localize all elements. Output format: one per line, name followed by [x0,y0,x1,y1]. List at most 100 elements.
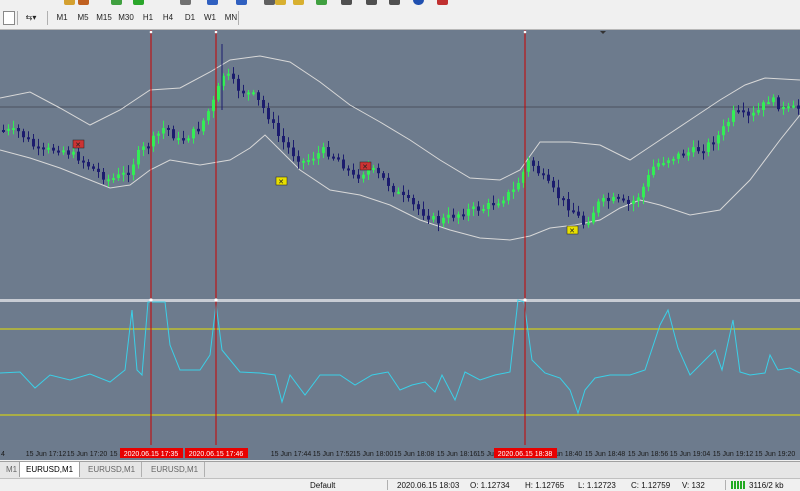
price-chart[interactable]: ✕ ✕ ✕ ✕ 4 15 Jun 17:1215 Jun 17:20 15 Jun 17:… [0,30,800,460]
candle-body [357,174,360,179]
vline-anchor-point [523,30,527,34]
marker-time-label: 2020.06.15 17:35 [124,451,179,458]
timeframe-m15-button[interactable]: M15 [95,11,113,25]
timeframe-w1-button[interactable]: W1 [201,11,219,25]
timeframe-m5-button[interactable]: M5 [74,11,92,25]
line-studies-dropdown[interactable]: ⇆▾ [22,11,40,25]
save-icon[interactable] [78,0,89,5]
candle-body [372,167,375,170]
candle-body [132,164,135,175]
line-tool-icon[interactable] [341,0,352,5]
candle-body [127,172,130,175]
candle-body [792,105,795,108]
time-axis-label: 4 [1,451,5,458]
sell-signal-icon: ✕ [72,139,85,149]
candle-body [747,111,750,116]
candle-body [637,197,640,201]
candle-body [27,137,30,140]
candle-body [487,202,490,210]
refresh-icon[interactable] [316,0,327,5]
chart-window[interactable]: ✕ ✕ ✕ ✕ 4 15 Jun 17:1215 Jun 17:20 15 Jun 17:… [0,30,800,460]
timeframes-toolbar: ⇆▾ M1 M5 M15 M30 H1 H4 D1 W1 MN [0,7,800,30]
candle-body [157,133,160,136]
connection-bars-icon [731,481,745,489]
candle-body [217,85,220,100]
candle-body [342,159,345,169]
buy-signal-icon: ✕ [275,176,288,186]
tile-icon[interactable] [264,0,275,5]
zoom-out-icon[interactable] [236,0,247,5]
time-axis-label: 15 Jun 17:20 [67,451,108,458]
chart-tab[interactable]: EURUSD,M1 [19,462,81,477]
crosshair-icon[interactable] [180,0,191,5]
candle-body [267,107,270,120]
candle-body [392,185,395,193]
zoom-in-icon[interactable] [207,0,218,5]
candle-body [92,166,95,169]
open-folder-icon[interactable] [64,0,75,5]
candle-body [147,146,150,149]
candle-body [32,138,35,147]
candle-body [327,147,330,157]
candle-body [672,158,675,161]
candle-body [352,169,355,175]
status-datetime: 2020.06.15 18:03 [397,481,460,490]
candle-body [112,178,115,181]
time-axis-label: 15 Jun 17:52 [313,451,354,458]
new-order-icon[interactable] [111,0,122,5]
settings-icon[interactable] [413,0,424,5]
candle-body [492,202,495,206]
candle-body [247,92,250,95]
candle-body [682,153,685,156]
marker-time-label: 2020.06.15 18:38 [498,451,553,458]
hline-tool-icon[interactable] [366,0,377,5]
candle-body [722,126,725,136]
candle-body [172,129,175,139]
candle-body [52,147,55,151]
candle-body [667,160,670,164]
candle-body [737,110,740,113]
candle-body [202,120,205,132]
candle-body [707,142,710,152]
candle-body [437,216,440,224]
candle-body [622,198,625,201]
time-axis-label: 15 Jun 19:20 [755,451,796,458]
chart-shift-icon[interactable] [293,0,304,5]
timeframe-h1-button[interactable]: H1 [139,11,157,25]
chart-window-icon[interactable] [3,11,15,25]
candle-body [142,146,145,150]
candle-body [772,97,775,103]
add-icon[interactable] [133,0,144,5]
timeframe-h4-button[interactable]: H4 [159,11,177,25]
vline-anchor-point [149,30,153,34]
candle-body [117,174,120,179]
candle-body [497,203,500,206]
status-close: C: 1.12759 [631,481,671,490]
candle-body [547,174,550,181]
options-icon[interactable] [437,0,448,5]
candle-body [567,199,570,211]
time-axis-label: 15 Jun 18:00 [353,451,394,458]
window-separator [0,299,800,302]
status-bar: Default 2020.06.15 18:03 O: 1.12734 H: 1… [0,478,800,491]
candle-body [432,216,435,220]
trend-tool-icon[interactable] [389,0,400,5]
candle-body [452,214,455,218]
timeframe-m30-button[interactable]: M30 [117,11,135,25]
candle-body [777,97,780,110]
status-low: L: 1.12723 [578,481,616,490]
candle-body [552,180,555,188]
autoscroll-icon[interactable] [275,0,286,5]
chart-tab[interactable]: EURUSD,M1 [82,462,143,477]
candle-body [712,142,715,145]
candle-body [627,199,630,204]
vline-anchor-point [523,298,527,302]
candle-body [582,215,585,225]
candle-body [562,198,565,201]
timeframe-m1-button[interactable]: M1 [53,11,71,25]
chart-tab[interactable]: EURUSD,M1 [145,462,206,477]
candle-body [282,135,285,143]
timeframe-d1-button[interactable]: D1 [181,11,199,25]
candle-body [412,197,415,205]
candle-body [312,158,315,161]
